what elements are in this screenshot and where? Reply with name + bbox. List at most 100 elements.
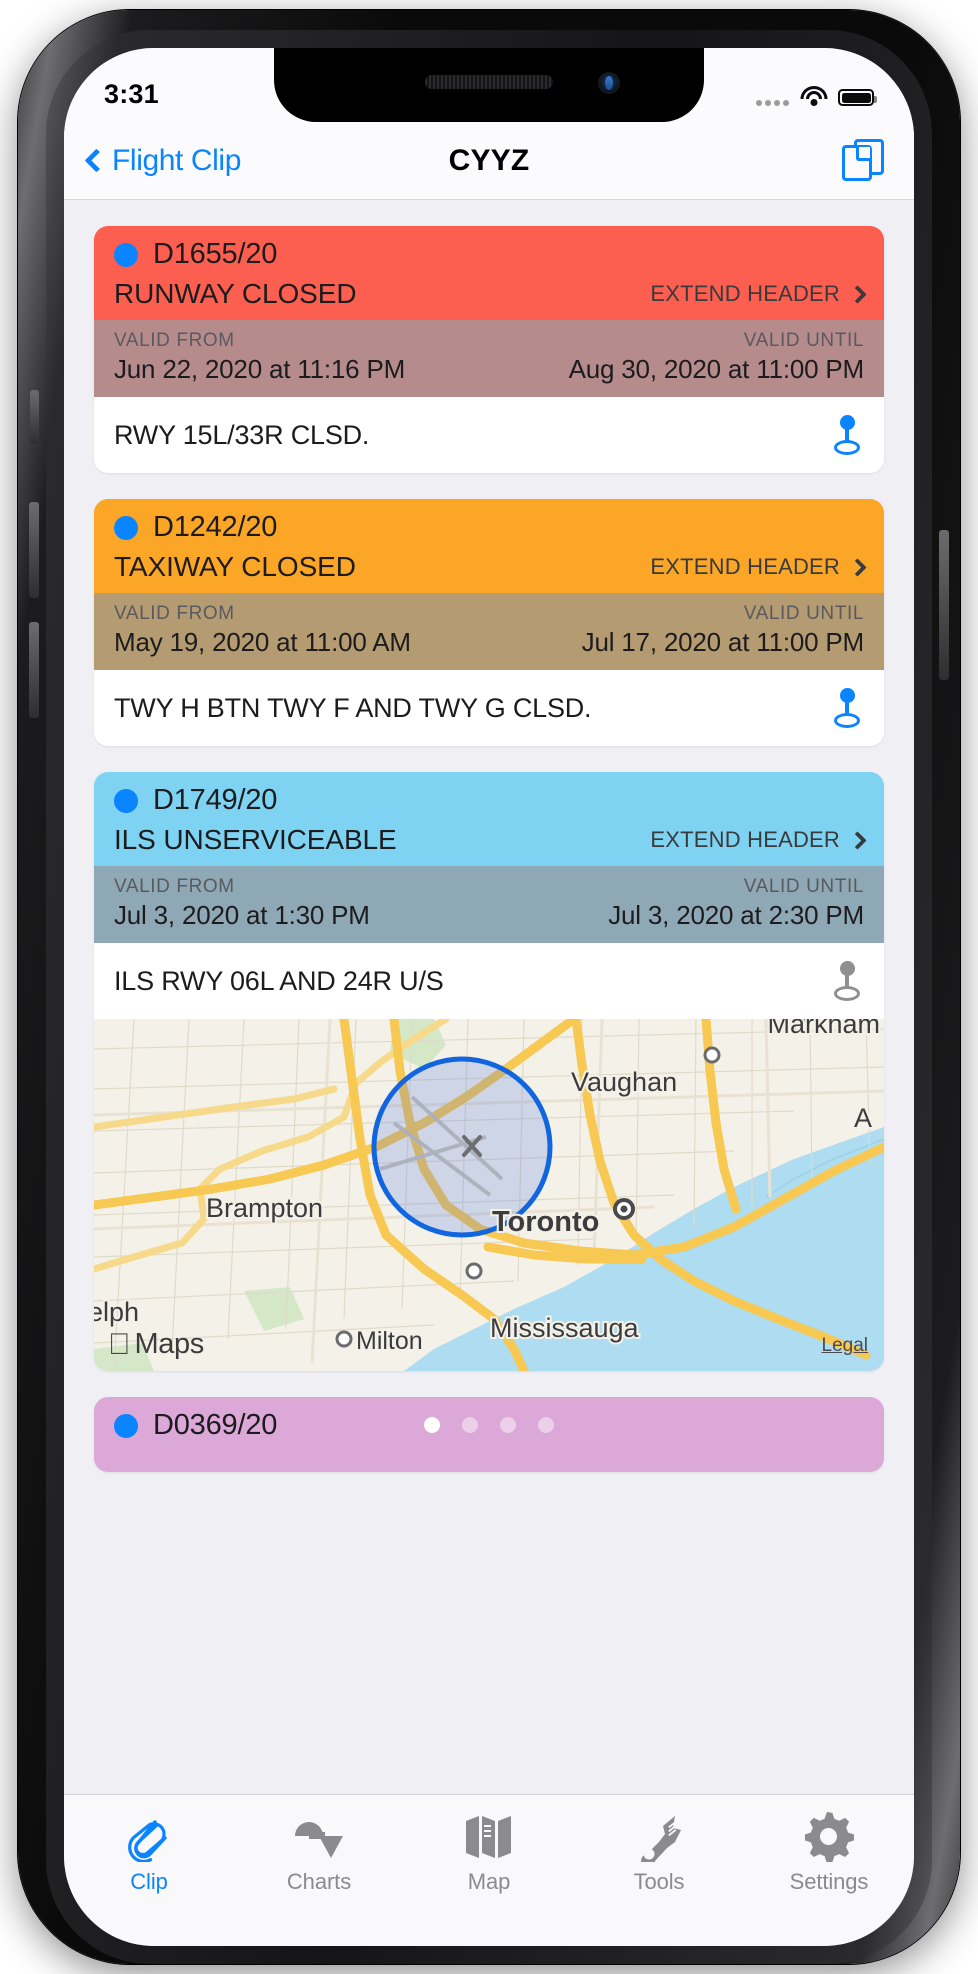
extend-header-button[interactable]: EXTEND HEADER [650, 554, 867, 580]
tab-tools[interactable]: Tools [574, 1811, 744, 1895]
notam-type-row: ILS UNSERVICEABLE EXTEND HEADER [114, 824, 867, 856]
valid-from-label: VALID FROM [114, 330, 235, 351]
location-pin-icon[interactable] [830, 688, 864, 728]
notam-text: RWY 15L/33R CLSD. [114, 419, 370, 450]
valid-from-label: VALID FROM [114, 876, 235, 897]
chevron-right-icon [848, 284, 867, 304]
map-label: Toronto [492, 1206, 599, 1238]
notam-map[interactable]: Markham Vaughan A Brampton Toronto Missi… [94, 1019, 884, 1371]
earpiece-speaker-icon [425, 75, 553, 89]
folded-map-icon [464, 1811, 514, 1863]
tab-charts[interactable]: Charts [234, 1811, 404, 1895]
notam-card[interactable]: D1749/20 ILS UNSERVICEABLE EXTEND HEADER… [94, 772, 884, 1371]
valid-from-block: VALID FROM May 19, 2020 at 11:00 AM [114, 603, 411, 658]
apple-maps-attribution:  Maps [108, 1328, 204, 1361]
notam-body: ILS RWY 06L AND 24R U/S [94, 943, 884, 1019]
status-bar-time: 3:31 [104, 79, 159, 109]
map-legal-link[interactable]: Legal [822, 1335, 869, 1357]
volume-up-button[interactable] [29, 502, 39, 598]
notam-id: D0369/20 [153, 1409, 278, 1441]
valid-until-value: Aug 30, 2020 at 11:00 PM [568, 354, 865, 384]
notam-text: ILS RWY 06L AND 24R U/S [114, 965, 444, 996]
location-pin-icon[interactable] [830, 415, 864, 455]
extend-header-label: EXTEND HEADER [650, 827, 840, 852]
tab-settings[interactable]: Settings [744, 1811, 914, 1895]
front-camera-icon [598, 72, 620, 94]
notam-id: D1242/20 [153, 511, 278, 543]
map-label: Markham [767, 1019, 880, 1039]
valid-until-label: VALID UNTIL [743, 603, 864, 624]
notam-card[interactable]: D0369/20 [94, 1397, 884, 1472]
valid-from-block: VALID FROM Jun 22, 2020 at 11:16 PM [114, 330, 405, 385]
notam-type: RUNWAY CLOSED [114, 278, 357, 309]
notam-card-header[interactable]: D1749/20 ILS UNSERVICEABLE EXTEND HEADER [94, 772, 884, 866]
notam-card[interactable]: D1242/20 TAXIWAY CLOSED EXTEND HEADER VA… [94, 499, 884, 746]
notam-card-header[interactable]: D1242/20 TAXIWAY CLOSED EXTEND HEADER [94, 499, 884, 593]
mute-switch-button[interactable] [30, 390, 39, 444]
notam-id-row: D1242/20 [114, 511, 864, 544]
volume-down-button[interactable] [29, 622, 39, 718]
gear-icon [804, 1811, 854, 1863]
status-bar-indicators [756, 86, 877, 106]
notam-validity: VALID FROM Jul 3, 2020 at 1:30 PM VALID … [94, 866, 884, 943]
map-label: Brampton [206, 1193, 323, 1223]
valid-from-value: Jun 22, 2020 at 11:16 PM [114, 354, 406, 384]
page-dot[interactable] [500, 1417, 516, 1433]
extend-header-button[interactable]: EXTEND HEADER [650, 827, 867, 853]
location-pin-icon[interactable] [830, 961, 864, 1001]
valid-until-label: VALID UNTIL [743, 330, 864, 351]
notam-body: TWY H BTN TWY F AND TWY G CLSD. [94, 670, 884, 746]
chevron-right-icon [848, 557, 867, 577]
maps-wordmark: Maps [112, 1328, 205, 1360]
map-label: Vaughan [571, 1067, 677, 1097]
wrench-icon [635, 1811, 683, 1863]
page-indicator-dots[interactable] [424, 1417, 554, 1433]
tab-label: Charts [286, 1869, 352, 1894]
chart-approach-icon [293, 1811, 345, 1863]
tab-label: Map [467, 1869, 511, 1894]
valid-until-block: VALID UNTIL Aug 30, 2020 at 11:00 PM [568, 330, 865, 385]
notam-id-row: D1655/20 [114, 238, 864, 271]
phone-screen: 3:31 Flight Clip CYYZ D1655/20 RUNWAY CL… [64, 48, 914, 1946]
notam-card-header[interactable]: D1655/20 RUNWAY CLOSED EXTEND HEADER [94, 226, 884, 320]
tab-label: Clip [130, 1869, 168, 1894]
notam-list[interactable]: D1655/20 RUNWAY CLOSED EXTEND HEADER VAL… [64, 200, 914, 1794]
tab-clip[interactable]: Clip [64, 1811, 234, 1895]
notam-card-header[interactable]: D0369/20 [94, 1397, 884, 1472]
valid-until-value: Jul 3, 2020 at 2:30 PM [608, 900, 864, 930]
notam-validity: VALID FROM Jun 22, 2020 at 11:16 PM VALI… [94, 320, 884, 397]
notam-id: D1749/20 [153, 784, 278, 816]
notam-card[interactable]: D1655/20 RUNWAY CLOSED EXTEND HEADER VAL… [94, 226, 884, 473]
device-notch [274, 48, 704, 122]
extend-header-label: EXTEND HEADER [650, 554, 840, 579]
navigation-bar: Flight Clip CYYZ [64, 122, 914, 200]
map-label: elph [94, 1297, 139, 1327]
map-label: A [854, 1103, 872, 1133]
tab-label: Settings [789, 1869, 869, 1894]
valid-until-block: VALID UNTIL Jul 3, 2020 at 2:30 PM [608, 876, 864, 931]
valid-until-block: VALID UNTIL Jul 17, 2020 at 11:00 PM [582, 603, 865, 658]
map-canvas: Markham Vaughan A Brampton Toronto Missi… [94, 1019, 884, 1371]
valid-from-value: May 19, 2020 at 11:00 AM [114, 627, 411, 657]
tab-map[interactable]: Map [404, 1811, 574, 1895]
page-title: CYYZ [448, 143, 530, 177]
status-dot-icon [114, 1413, 138, 1438]
page-dot[interactable] [424, 1417, 440, 1433]
wifi-icon [800, 86, 827, 106]
valid-from-block: VALID FROM Jul 3, 2020 at 1:30 PM [114, 876, 370, 931]
paperclip-icon [127, 1811, 171, 1863]
phone-device-frame: 3:31 Flight Clip CYYZ D1655/20 RUNWAY CL… [18, 10, 960, 1964]
valid-until-label: VALID UNTIL [743, 876, 864, 897]
notam-type: ILS UNSERVICEABLE [114, 824, 397, 855]
signal-dots-icon [756, 100, 789, 106]
extend-header-button[interactable]: EXTEND HEADER [650, 281, 867, 307]
page-dot[interactable] [462, 1417, 478, 1433]
tab-label: Tools [633, 1869, 685, 1894]
power-button[interactable] [939, 530, 949, 680]
page-dot[interactable] [538, 1417, 554, 1433]
tab-bar: Clip Charts Map Tools Settings [64, 1794, 914, 1946]
documents-icon[interactable] [842, 138, 884, 183]
valid-from-value: Jul 3, 2020 at 1:30 PM [114, 900, 370, 930]
map-label: Milton [356, 1327, 423, 1355]
map-label: Mississauga [490, 1313, 640, 1343]
